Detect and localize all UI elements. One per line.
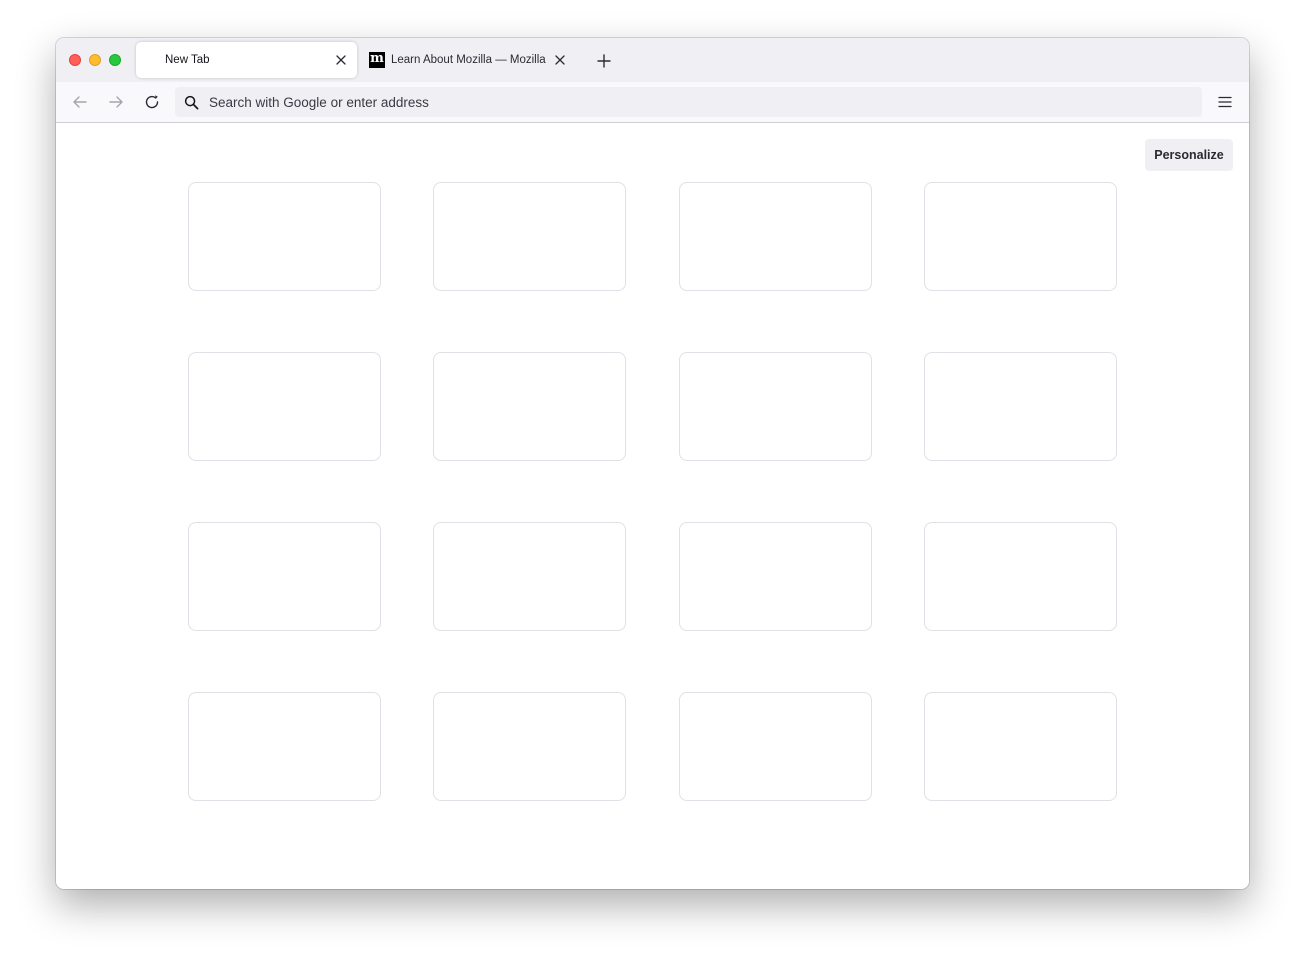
reload-button[interactable] [141, 91, 163, 113]
address-bar[interactable] [175, 87, 1202, 117]
top-site-tile[interactable] [433, 182, 626, 291]
back-button[interactable] [69, 91, 91, 113]
arrow-right-icon [109, 96, 123, 108]
top-site-tile[interactable] [924, 352, 1117, 461]
top-site-tile[interactable] [679, 352, 872, 461]
top-site-tile[interactable] [679, 522, 872, 631]
arrow-left-icon [73, 96, 87, 108]
plus-icon [597, 54, 611, 68]
tab-title: Learn About Mozilla — Mozilla [391, 54, 546, 66]
top-site-tile[interactable] [188, 522, 381, 631]
reload-icon [145, 95, 159, 109]
top-site-tile[interactable] [924, 522, 1117, 631]
top-site-tile[interactable] [433, 522, 626, 631]
browser-window: New Tab m Learn About Mozilla — Mozilla [56, 38, 1249, 889]
close-icon[interactable] [552, 52, 568, 68]
personalize-button[interactable]: Personalize [1145, 139, 1233, 171]
top-site-tile[interactable] [679, 182, 872, 291]
new-tab-button[interactable] [595, 52, 613, 70]
top-site-tile[interactable] [679, 692, 872, 801]
mozilla-favicon-icon: m [369, 51, 385, 68]
tab-strip: New Tab m Learn About Mozilla — Mozilla [56, 38, 1249, 82]
tab-title: New Tab [165, 54, 210, 66]
window-minimize-button[interactable] [89, 54, 101, 66]
search-icon [183, 94, 199, 110]
top-site-tile[interactable] [433, 692, 626, 801]
new-tab-page: Personalize [56, 123, 1249, 889]
hamburger-menu-icon [1218, 96, 1232, 108]
close-icon[interactable] [333, 52, 349, 68]
top-site-tile[interactable] [433, 352, 626, 461]
tab-learn-about-mozilla[interactable]: m Learn About Mozilla — Mozilla [362, 42, 576, 78]
top-site-tile[interactable] [188, 182, 381, 291]
window-maximize-button[interactable] [109, 54, 121, 66]
navigation-toolbar [56, 82, 1249, 123]
top-site-tile[interactable] [188, 352, 381, 461]
url-input[interactable] [209, 94, 1202, 110]
tab-new-tab[interactable]: New Tab [136, 42, 357, 78]
forward-button[interactable] [105, 91, 127, 113]
app-menu-button[interactable] [1215, 92, 1235, 112]
top-site-tile[interactable] [924, 182, 1117, 291]
top-site-tile[interactable] [924, 692, 1117, 801]
top-site-tile[interactable] [188, 692, 381, 801]
window-close-button[interactable] [69, 54, 81, 66]
